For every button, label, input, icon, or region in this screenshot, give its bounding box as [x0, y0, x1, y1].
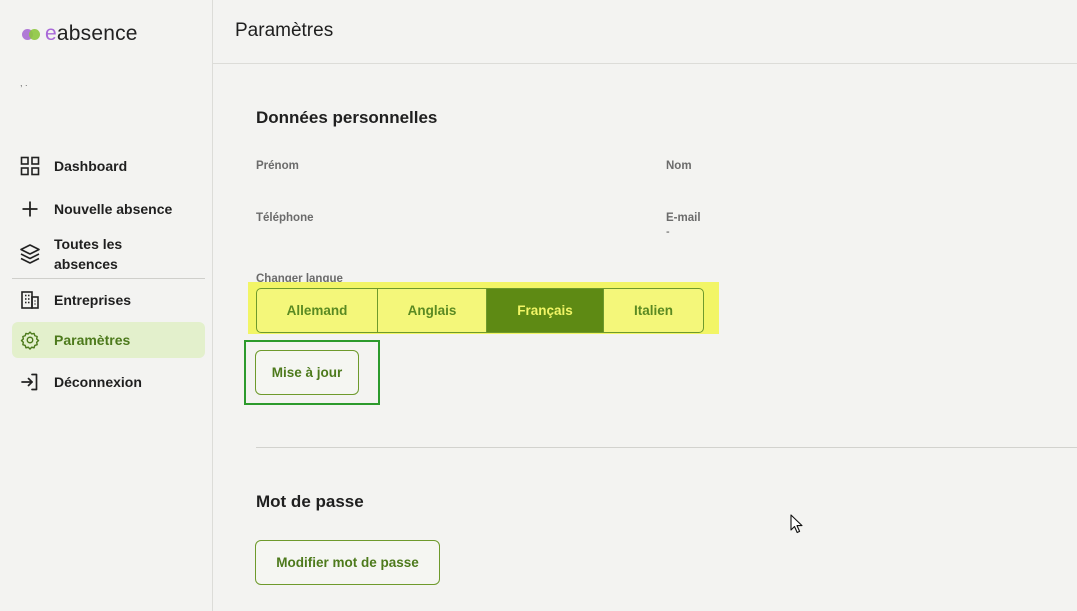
logo-mark-icon [22, 26, 42, 42]
language-selector: Allemand Anglais Français Italien [256, 288, 704, 333]
personal-data-title: Données personnelles [256, 108, 438, 127]
section-divider [256, 447, 1077, 448]
email-value: - [666, 226, 670, 238]
brand-name: eabsence [45, 22, 138, 45]
sidebar-item-label: Déconnexion [54, 374, 142, 390]
page-header: Paramètres [213, 0, 1077, 64]
sidebar-item-label: Nouvelle absence [54, 201, 173, 217]
change-password-button[interactable]: Modifier mot de passe [255, 540, 440, 585]
password-title: Mot de passe [256, 492, 364, 511]
sidebar-divider [12, 278, 205, 279]
layers-icon [4, 243, 54, 265]
sidebar-item-deconnexion[interactable]: Déconnexion [12, 364, 205, 400]
sidebar-item-nouvelle-absence[interactable]: Nouvelle absence [12, 191, 205, 227]
settings-content: Données personnelles Prénom Nom Téléphon… [244, 64, 1077, 611]
last-name-label: Nom [666, 160, 692, 172]
grid-icon [4, 156, 54, 176]
logout-icon [4, 372, 54, 392]
sidebar-item-parametres[interactable]: Paramètres [12, 322, 205, 358]
gear-icon [4, 330, 54, 350]
language-option-allemand[interactable]: Allemand [257, 289, 378, 332]
language-option-italien[interactable]: Italien [604, 289, 703, 332]
user-name: , . [20, 78, 28, 88]
page-title: Paramètres [235, 20, 334, 41]
sidebar-item-dashboard[interactable]: Dashboard [12, 148, 205, 184]
sidebar-item-label: Dashboard [54, 158, 128, 174]
app-logo[interactable]: eabsence [22, 22, 138, 46]
sidebar-item-entreprises[interactable]: Entreprises [12, 282, 205, 318]
sidebar-item-label: Toutes les absences [54, 236, 123, 272]
building-icon [4, 290, 54, 310]
phone-label: Téléphone [256, 212, 314, 224]
first-name-label: Prénom [256, 160, 299, 172]
sidebar: eabsence , . Dashboard Nouvelle absence [0, 0, 213, 611]
language-option-francais[interactable]: Français [487, 289, 604, 332]
sidebar-item-label: Entreprises [54, 292, 132, 308]
sidebar-item-toutes-absences[interactable]: Toutes les absences [12, 233, 205, 275]
email-label: E-mail [666, 212, 701, 224]
plus-icon [4, 200, 54, 218]
update-button[interactable]: Mise à jour [255, 350, 359, 395]
language-option-anglais[interactable]: Anglais [378, 289, 487, 332]
mouse-cursor-icon [790, 514, 804, 539]
sidebar-item-label: Paramètres [54, 332, 131, 348]
